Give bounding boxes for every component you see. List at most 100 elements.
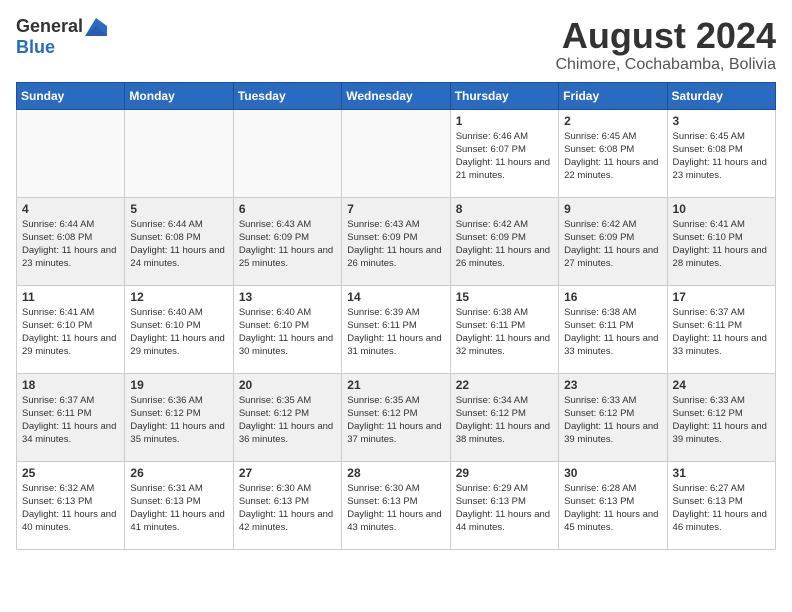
- calendar-week-row: 1 Sunrise: 6:46 AMSunset: 6:07 PMDaylight…: [17, 109, 776, 197]
- day-info: Sunrise: 6:43 AMSunset: 6:09 PMDaylight:…: [347, 218, 444, 271]
- calendar-cell: 30 Sunrise: 6:28 AMSunset: 6:13 PMDayligh…: [559, 461, 667, 549]
- calendar-cell: 2 Sunrise: 6:45 AMSunset: 6:08 PMDaylight…: [559, 109, 667, 197]
- day-number: 12: [130, 290, 227, 304]
- location-title: Chimore, Cochabamba, Bolivia: [555, 56, 776, 74]
- day-info: Sunrise: 6:38 AMSunset: 6:11 PMDaylight:…: [456, 306, 553, 359]
- calendar-cell: 27Sunrise: 6:30 AMSunset: 6:13 PMDayligh…: [233, 461, 341, 549]
- day-number: 20: [239, 378, 336, 392]
- calendar-cell: 5 Sunrise: 6:44 AMSunset: 6:08 PMDaylight…: [125, 197, 233, 285]
- day-number: 2: [564, 114, 661, 128]
- calendar-header-row: SundayMondayTuesdayWednesdayThursdayFrid…: [17, 82, 776, 109]
- day-number: 14: [347, 290, 444, 304]
- day-header-wednesday: Wednesday: [342, 82, 450, 109]
- day-header-saturday: Saturday: [667, 82, 775, 109]
- day-info: Sunrise: 6:33 AMSunset: 6:12 PMDaylight:…: [673, 394, 770, 447]
- day-header-monday: Monday: [125, 82, 233, 109]
- day-number: 31: [673, 466, 770, 480]
- day-info: Sunrise: 6:41 AMSunset: 6:10 PMDaylight:…: [22, 306, 119, 359]
- day-number: 1: [456, 114, 553, 128]
- day-info: Sunrise: 6:40 AMSunset: 6:10 PMDaylight:…: [130, 306, 227, 359]
- day-number: 29: [456, 466, 553, 480]
- calendar-cell: 23Sunrise: 6:33 AMSunset: 6:12 PMDayligh…: [559, 373, 667, 461]
- calendar-cell: 3Sunrise: 6:45 AMSunset: 6:08 PMDaylight…: [667, 109, 775, 197]
- day-number: 16: [564, 290, 661, 304]
- calendar-cell: 25 Sunrise: 6:32 AMSunset: 6:13 PMDayligh…: [17, 461, 125, 549]
- day-header-sunday: Sunday: [17, 82, 125, 109]
- calendar-table: SundayMondayTuesdayWednesdayThursdayFrid…: [16, 82, 776, 550]
- day-info: Sunrise: 6:46 AMSunset: 6:07 PMDaylight:…: [456, 130, 553, 183]
- title-block: August 2024 Chimore, Cochabamba, Bolivia: [555, 16, 776, 74]
- calendar-cell: 13 Sunrise: 6:40 AMSunset: 6:10 PMDayligh…: [233, 285, 341, 373]
- day-info: Sunrise: 6:44 AMSunset: 6:08 PMDaylight:…: [130, 218, 227, 271]
- calendar-week-row: 25 Sunrise: 6:32 AMSunset: 6:13 PMDayligh…: [17, 461, 776, 549]
- day-info: Sunrise: 6:37 AMSunset: 6:11 PMDaylight:…: [673, 306, 770, 359]
- day-info: Sunrise: 6:29 AMSunset: 6:13 PMDaylight:…: [456, 482, 553, 535]
- day-number: 19: [130, 378, 227, 392]
- day-info: Sunrise: 6:37 AMSunset: 6:11 PMDaylight:…: [22, 394, 119, 447]
- day-number: 4: [22, 202, 119, 216]
- day-number: 22: [456, 378, 553, 392]
- calendar-cell: 22Sunrise: 6:34 AMSunset: 6:12 PMDayligh…: [450, 373, 558, 461]
- day-number: 13: [239, 290, 336, 304]
- calendar-cell: [17, 109, 125, 197]
- day-number: 9: [564, 202, 661, 216]
- calendar-cell: [342, 109, 450, 197]
- calendar-cell: 26 Sunrise: 6:31 AMSunset: 6:13 PMDayligh…: [125, 461, 233, 549]
- day-number: 25: [22, 466, 119, 480]
- day-info: Sunrise: 6:40 AMSunset: 6:10 PMDaylight:…: [239, 306, 336, 359]
- calendar-cell: [125, 109, 233, 197]
- day-number: 3: [673, 114, 770, 128]
- day-info: Sunrise: 6:36 AMSunset: 6:12 PMDaylight:…: [130, 394, 227, 447]
- month-title: August 2024: [555, 16, 776, 56]
- day-number: 15: [456, 290, 553, 304]
- day-number: 26: [130, 466, 227, 480]
- calendar-cell: 20 Sunrise: 6:35 AMSunset: 6:12 PMDayligh…: [233, 373, 341, 461]
- day-number: 5: [130, 202, 227, 216]
- page-header: General Blue August 2024 Chimore, Cochab…: [16, 16, 776, 74]
- calendar-cell: 9 Sunrise: 6:42 AMSunset: 6:09 PMDaylight…: [559, 197, 667, 285]
- calendar-cell: 24Sunrise: 6:33 AMSunset: 6:12 PMDayligh…: [667, 373, 775, 461]
- calendar-cell: 7 Sunrise: 6:43 AMSunset: 6:09 PMDaylight…: [342, 197, 450, 285]
- day-header-thursday: Thursday: [450, 82, 558, 109]
- day-info: Sunrise: 6:38 AMSunset: 6:11 PMDaylight:…: [564, 306, 661, 359]
- day-info: Sunrise: 6:45 AMSunset: 6:08 PMDaylight:…: [564, 130, 661, 183]
- calendar-cell: 18 Sunrise: 6:37 AMSunset: 6:11 PMDayligh…: [17, 373, 125, 461]
- day-header-tuesday: Tuesday: [233, 82, 341, 109]
- logo-general-text: General: [16, 16, 83, 37]
- day-number: 7: [347, 202, 444, 216]
- logo-blue-text: Blue: [16, 37, 55, 58]
- logo: General Blue: [16, 16, 107, 58]
- calendar-cell: 21Sunrise: 6:35 AMSunset: 6:12 PMDayligh…: [342, 373, 450, 461]
- day-number: 11: [22, 290, 119, 304]
- calendar-cell: 16 Sunrise: 6:38 AMSunset: 6:11 PMDayligh…: [559, 285, 667, 373]
- day-number: 30: [564, 466, 661, 480]
- calendar-week-row: 4 Sunrise: 6:44 AMSunset: 6:08 PMDaylight…: [17, 197, 776, 285]
- day-number: 23: [564, 378, 661, 392]
- day-info: Sunrise: 6:30 AMSunset: 6:13 PMDaylight:…: [347, 482, 444, 535]
- calendar-cell: 8 Sunrise: 6:42 AMSunset: 6:09 PMDaylight…: [450, 197, 558, 285]
- day-info: Sunrise: 6:39 AMSunset: 6:11 PMDaylight:…: [347, 306, 444, 359]
- calendar-cell: 31 Sunrise: 6:27 AMSunset: 6:13 PMDayligh…: [667, 461, 775, 549]
- day-number: 17: [673, 290, 770, 304]
- calendar-cell: 11 Sunrise: 6:41 AMSunset: 6:10 PMDayligh…: [17, 285, 125, 373]
- calendar-cell: 15 Sunrise: 6:38 AMSunset: 6:11 PMDayligh…: [450, 285, 558, 373]
- day-header-friday: Friday: [559, 82, 667, 109]
- calendar-cell: 4Sunrise: 6:44 AMSunset: 6:08 PMDaylight…: [17, 197, 125, 285]
- calendar-week-row: 18 Sunrise: 6:37 AMSunset: 6:11 PMDayligh…: [17, 373, 776, 461]
- day-info: Sunrise: 6:27 AMSunset: 6:13 PMDaylight:…: [673, 482, 770, 535]
- calendar-cell: [233, 109, 341, 197]
- day-number: 27: [239, 466, 336, 480]
- day-info: Sunrise: 6:41 AMSunset: 6:10 PMDaylight:…: [673, 218, 770, 271]
- calendar-cell: 28Sunrise: 6:30 AMSunset: 6:13 PMDayligh…: [342, 461, 450, 549]
- logo-icon: [85, 18, 107, 36]
- day-info: Sunrise: 6:28 AMSunset: 6:13 PMDaylight:…: [564, 482, 661, 535]
- day-number: 8: [456, 202, 553, 216]
- day-info: Sunrise: 6:32 AMSunset: 6:13 PMDaylight:…: [22, 482, 119, 535]
- day-info: Sunrise: 6:31 AMSunset: 6:13 PMDaylight:…: [130, 482, 227, 535]
- day-info: Sunrise: 6:43 AMSunset: 6:09 PMDaylight:…: [239, 218, 336, 271]
- day-info: Sunrise: 6:42 AMSunset: 6:09 PMDaylight:…: [564, 218, 661, 271]
- day-number: 18: [22, 378, 119, 392]
- day-info: Sunrise: 6:35 AMSunset: 6:12 PMDaylight:…: [239, 394, 336, 447]
- day-info: Sunrise: 6:42 AMSunset: 6:09 PMDaylight:…: [456, 218, 553, 271]
- calendar-cell: 10Sunrise: 6:41 AMSunset: 6:10 PMDayligh…: [667, 197, 775, 285]
